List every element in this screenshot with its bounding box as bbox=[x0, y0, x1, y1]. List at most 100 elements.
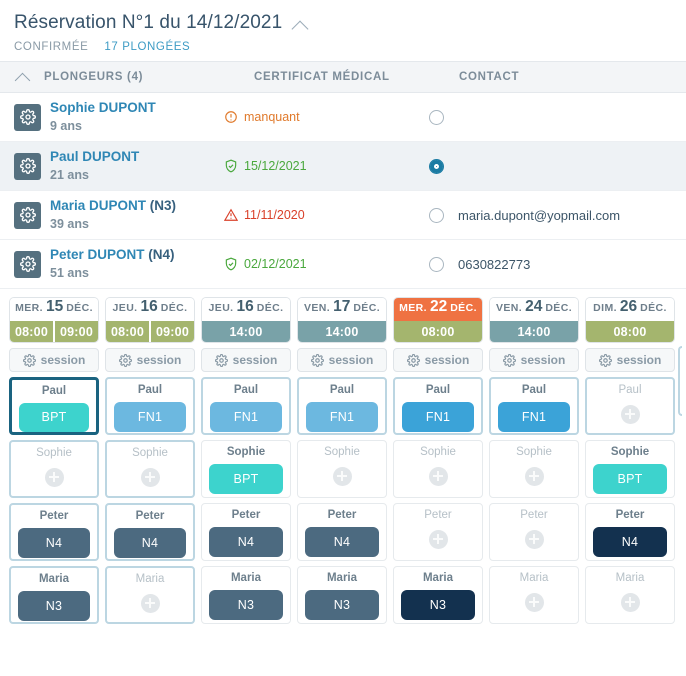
planning-slot[interactable]: Peter bbox=[489, 503, 579, 561]
dives-count-link[interactable]: 17 PLONGÉES bbox=[104, 41, 190, 53]
table-row[interactable]: Paul DUPONT21 ans15/12/2021 bbox=[0, 142, 686, 191]
session-time-slot[interactable]: 14:00 bbox=[298, 321, 386, 342]
gear-icon[interactable] bbox=[14, 251, 41, 278]
contact-radio[interactable] bbox=[429, 257, 444, 272]
session-button[interactable]: session bbox=[393, 348, 483, 372]
session-time-slot[interactable]: 09:00 bbox=[53, 321, 98, 342]
planning-slot-tag[interactable]: FN1 bbox=[114, 402, 186, 432]
planning-slot-tag[interactable]: BPT bbox=[593, 464, 667, 494]
day-header-card[interactable]: VEN.24DÉC.14:00 bbox=[489, 297, 579, 343]
plus-icon[interactable] bbox=[141, 594, 160, 613]
contact-radio[interactable] bbox=[429, 208, 444, 223]
session-button[interactable]: session bbox=[297, 348, 387, 372]
day-header-card[interactable]: VEN.17DÉC.14:00 bbox=[297, 297, 387, 343]
planning-slot-tag[interactable]: N4 bbox=[209, 527, 283, 557]
session-button[interactable]: session bbox=[105, 348, 195, 372]
planning-slot[interactable]: Sophie bbox=[105, 440, 195, 498]
day-header-card[interactable]: MER.15DÉC.08:0009:00 bbox=[9, 297, 99, 343]
day-header-card[interactable]: JEU.16DÉC.08:0009:00 bbox=[105, 297, 195, 343]
planning-slot-tag[interactable]: N4 bbox=[593, 527, 667, 557]
session-time-slot[interactable]: 08:00 bbox=[394, 321, 482, 342]
session-button[interactable]: session bbox=[489, 348, 579, 372]
planning-slot[interactable]: Maria bbox=[489, 566, 579, 624]
planning-slot[interactable]: PaulFN1 bbox=[297, 377, 387, 435]
planning-slot[interactable]: MariaN3 bbox=[297, 566, 387, 624]
planning-slot-tag[interactable]: N3 bbox=[305, 590, 379, 620]
plus-icon[interactable] bbox=[525, 530, 544, 549]
planning-slot[interactable]: Peter bbox=[393, 503, 483, 561]
chevron-up-icon[interactable] bbox=[292, 16, 310, 34]
table-row[interactable]: Maria DUPONT (N3)39 ans11/11/2020maria.d… bbox=[0, 191, 686, 240]
planning-slot-tag[interactable]: FN1 bbox=[210, 402, 282, 432]
plus-icon[interactable] bbox=[621, 405, 640, 424]
session-button[interactable]: session bbox=[585, 348, 675, 372]
plus-icon[interactable] bbox=[621, 593, 640, 612]
planning-slot[interactable]: MariaN3 bbox=[201, 566, 291, 624]
session-button[interactable]: session bbox=[9, 348, 99, 372]
planning-slot-tag[interactable]: N3 bbox=[18, 591, 90, 621]
diver-name[interactable]: Paul DUPONT bbox=[50, 148, 224, 166]
plus-icon[interactable] bbox=[333, 467, 352, 486]
planning-slot-tag[interactable]: FN1 bbox=[402, 402, 474, 432]
plus-icon[interactable] bbox=[429, 530, 448, 549]
planning-slot-tag[interactable]: BPT bbox=[209, 464, 283, 494]
planning-slot-tag[interactable]: N3 bbox=[401, 590, 475, 620]
day-header-card[interactable]: DIM.26DÉC.08:00 bbox=[585, 297, 675, 343]
planning-slot[interactable]: MariaN3 bbox=[393, 566, 483, 624]
session-time-slot[interactable]: 08:00 bbox=[106, 321, 149, 342]
session-button[interactable]: session bbox=[201, 348, 291, 372]
planning-slot[interactable]: Paul bbox=[585, 377, 675, 435]
planning-slot[interactable]: PaulBPT bbox=[9, 377, 99, 435]
planning-slot[interactable]: SophieBPT bbox=[201, 440, 291, 498]
planning-slot[interactable]: SophieBPT bbox=[585, 440, 675, 498]
planning-slot-tag[interactable]: N4 bbox=[114, 528, 186, 558]
plus-icon[interactable] bbox=[141, 468, 160, 487]
planning-slot[interactable]: PeterN4 bbox=[297, 503, 387, 561]
session-time-slot[interactable]: 09:00 bbox=[149, 321, 194, 342]
diver-name[interactable]: Peter DUPONT (N4) bbox=[50, 246, 224, 264]
planning-next-column-edge[interactable] bbox=[678, 297, 686, 624]
planning-slot[interactable]: PeterN4 bbox=[9, 503, 99, 561]
planning-slot[interactable]: PeterN4 bbox=[585, 503, 675, 561]
planning-slot-tag[interactable]: N4 bbox=[18, 528, 90, 558]
planning-slot[interactable]: Sophie bbox=[9, 440, 99, 498]
diver-name[interactable]: Sophie DUPONT bbox=[50, 99, 224, 117]
gear-icon[interactable] bbox=[14, 153, 41, 180]
session-time-slot[interactable]: 14:00 bbox=[202, 321, 290, 342]
planning-slot[interactable]: PeterN4 bbox=[201, 503, 291, 561]
session-time-slot[interactable]: 08:00 bbox=[10, 321, 53, 342]
contact-radio[interactable] bbox=[429, 110, 444, 125]
planning-slot[interactable]: MariaN3 bbox=[9, 566, 99, 624]
planning-slot-tag[interactable]: BPT bbox=[19, 403, 90, 432]
planning-slot[interactable]: Maria bbox=[585, 566, 675, 624]
planning-slot[interactable]: PaulFN1 bbox=[105, 377, 195, 435]
session-time-slot[interactable]: 08:00 bbox=[586, 321, 674, 342]
planning-slot-tag[interactable]: N4 bbox=[305, 527, 379, 557]
plus-icon[interactable] bbox=[525, 467, 544, 486]
gear-icon[interactable] bbox=[14, 202, 41, 229]
plus-icon[interactable] bbox=[429, 467, 448, 486]
contact-radio[interactable] bbox=[429, 159, 444, 174]
planning-slot-tag[interactable]: FN1 bbox=[498, 402, 570, 432]
table-row[interactable]: Peter DUPONT (N4)51 ans02/12/20210630822… bbox=[0, 240, 686, 289]
planning-slot[interactable]: PaulFN1 bbox=[393, 377, 483, 435]
plus-icon[interactable] bbox=[525, 593, 544, 612]
plus-icon[interactable] bbox=[45, 468, 64, 487]
planning-slot[interactable]: PaulFN1 bbox=[489, 377, 579, 435]
day-header-card[interactable]: JEU.16DÉC.14:00 bbox=[201, 297, 291, 343]
planning-slot[interactable]: PaulFN1 bbox=[201, 377, 291, 435]
planning-slot-tag[interactable]: FN1 bbox=[306, 402, 378, 432]
chevron-up-icon[interactable] bbox=[14, 62, 44, 92]
planning-grid[interactable]: MER.15DÉC.08:0009:00sessionPaulBPTSophie… bbox=[0, 297, 686, 657]
planning-slot[interactable]: PeterN4 bbox=[105, 503, 195, 561]
planning-slot[interactable]: Maria bbox=[105, 566, 195, 624]
day-header-card[interactable]: MER.22DÉC.08:00 bbox=[393, 297, 483, 343]
table-row[interactable]: Sophie DUPONT9 ansmanquant bbox=[0, 93, 686, 142]
diver-name[interactable]: Maria DUPONT (N3) bbox=[50, 197, 224, 215]
planning-slot[interactable]: Sophie bbox=[297, 440, 387, 498]
gear-icon[interactable] bbox=[14, 104, 41, 131]
session-time-slot[interactable]: 14:00 bbox=[490, 321, 578, 342]
planning-slot[interactable]: Sophie bbox=[393, 440, 483, 498]
planning-slot[interactable]: Sophie bbox=[489, 440, 579, 498]
planning-slot-tag[interactable]: N3 bbox=[209, 590, 283, 620]
